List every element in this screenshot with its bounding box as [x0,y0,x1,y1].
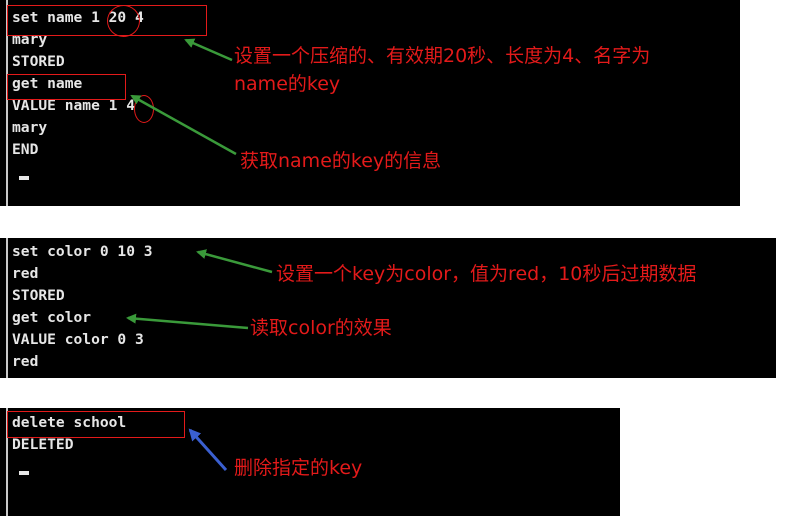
annotation-set-color: 设置一个key为color，值为red，10秒后过期数据 [276,263,697,285]
annotation-set-name-line2: name的key [234,73,341,95]
annotation-get-name: 获取name的key的信息 [240,150,442,172]
arrow-to-get-name [130,94,237,156]
arrow-to-get-color [126,313,249,330]
arrow-to-set-color [196,249,273,274]
annotation-get-color: 读取color的效果 [250,317,392,339]
annotation-set-name-line1: 设置一个压缩的、有效期20秒、长度为4、名字为 [234,45,651,67]
arrow-to-delete-school [188,428,228,472]
arrow-to-set-name [184,38,233,62]
annotation-delete: 删除指定的key [234,457,363,479]
